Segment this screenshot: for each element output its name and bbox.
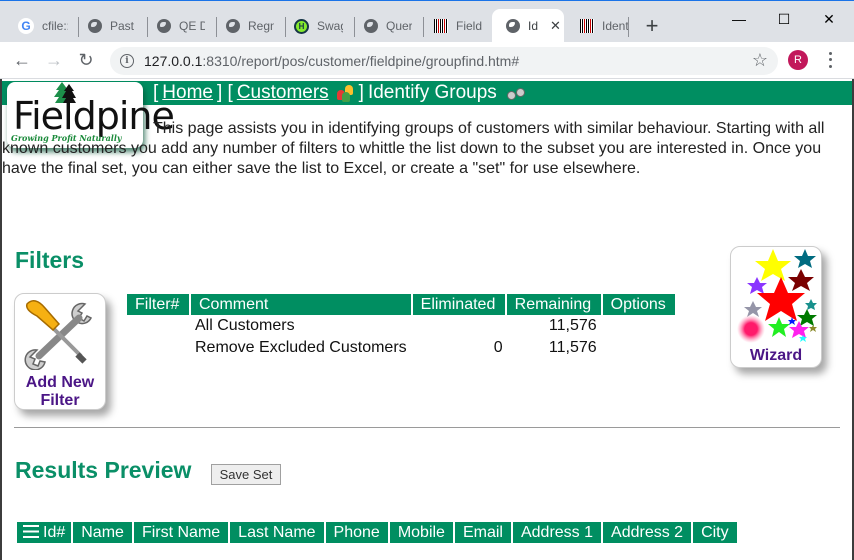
browser-tab-active[interactable]: Id ✕: [492, 9, 564, 43]
filter-remaining: 11,576: [548, 339, 597, 356]
results-table: Id# Name First Name Last Name Phone Mobi…: [15, 522, 739, 543]
add-new-filter-button[interactable]: Add New Filter: [14, 293, 106, 410]
column-menu-icon[interactable]: [23, 524, 39, 538]
filter-number: [127, 315, 189, 337]
col-address-1[interactable]: Address 1: [512, 522, 602, 543]
browser-tab[interactable]: H Swagg: [280, 9, 350, 43]
maximize-button[interactable]: ☐: [761, 5, 807, 33]
col-city[interactable]: City: [693, 522, 737, 543]
filter-eliminated: 0: [493, 339, 503, 356]
results-header-row: Id# Name First Name Last Name Phone Mobi…: [17, 522, 737, 543]
intro-text: This page assists you in identifying gro…: [2, 120, 825, 177]
barcode-icon: [434, 19, 448, 33]
filters-table: Filter# Comment Eliminated Remaining Opt…: [125, 294, 677, 359]
col-options: Options: [602, 294, 675, 315]
col-phone[interactable]: Phone: [325, 522, 388, 543]
col-address-2[interactable]: Address 2: [603, 522, 692, 543]
address-bar[interactable]: i 127.0.0.1:8310/report/pos/customer/fie…: [110, 47, 778, 75]
google-icon: G: [18, 18, 34, 34]
filter-eliminated: [413, 315, 505, 337]
wizard-button[interactable]: Wizard: [730, 246, 822, 368]
close-window-button[interactable]: ✕: [806, 5, 852, 33]
browser-tab[interactable]: Query: [350, 9, 420, 43]
browser-tab[interactable]: Ident: [566, 9, 636, 43]
filter-row[interactable]: Remove Excluded Customers 0 11,576: [127, 337, 675, 359]
globe-icon: [88, 19, 102, 33]
col-id[interactable]: Id#: [17, 522, 72, 543]
filter-row[interactable]: All Customers 11,576: [127, 315, 675, 337]
back-arrow-icon[interactable]: ←: [10, 48, 34, 72]
new-tab-button[interactable]: +: [640, 13, 664, 39]
save-set-button[interactable]: Save Set: [211, 464, 281, 485]
col-filter-number: Filter#: [127, 294, 189, 315]
filter-options: [603, 315, 675, 337]
info-icon[interactable]: i: [120, 54, 134, 68]
bookmark-star-icon[interactable]: ☆: [752, 50, 768, 71]
browser-tab[interactable]: QE De: [143, 9, 213, 43]
browser-tab[interactable]: Regne: [212, 9, 282, 43]
filter-comment: All Customers: [195, 317, 295, 334]
tab-separator: [628, 17, 629, 37]
add-new-filter-label: Add New Filter: [25, 374, 95, 409]
customers-people-icon: [336, 84, 355, 102]
page-content: [ Home ] [ Customers ] Identify Groups F…: [2, 79, 852, 560]
tools-icon: [24, 300, 93, 370]
swagger-icon: H: [294, 18, 309, 34]
url-text[interactable]: 127.0.0.1:8310/report/pos/customer/field…: [144, 53, 519, 69]
wizard-label: Wizard: [749, 347, 803, 364]
col-name[interactable]: Name: [73, 522, 132, 543]
filters-heading: Filters: [15, 247, 85, 273]
browser-tab-strip: G cfile:: Past S QE De Regne H Swagg Que…: [0, 0, 854, 43]
browser-menu-icon[interactable]: [826, 50, 834, 70]
forward-arrow-icon[interactable]: →: [42, 48, 66, 72]
profile-avatar[interactable]: R: [788, 50, 808, 70]
filter-number: [127, 337, 189, 359]
globe-icon: [226, 19, 240, 33]
browser-toolbar: ← → ↻ i 127.0.0.1:8310/report/pos/custom…: [0, 42, 854, 79]
globe-icon: [364, 19, 378, 33]
globe-icon: [157, 19, 171, 33]
close-tab-icon[interactable]: ✕: [550, 18, 561, 34]
col-comment: Comment: [191, 294, 411, 315]
globe-icon: [506, 19, 520, 33]
col-last-name[interactable]: Last Name: [230, 522, 324, 543]
binoculars-icon: [506, 85, 527, 101]
filters-header-row: Filter# Comment Eliminated Remaining Opt…: [127, 294, 675, 315]
filter-comment: Remove Excluded Customers: [195, 339, 407, 356]
page-title: Identify Groups: [367, 82, 497, 103]
browser-tab[interactable]: G cfile::: [4, 9, 84, 43]
filter-options: [603, 337, 675, 359]
col-email[interactable]: Email: [454, 522, 511, 543]
results-preview-heading: Results Preview: [15, 457, 192, 483]
reload-icon[interactable]: ↻: [74, 48, 98, 72]
col-first-name[interactable]: First Name: [133, 522, 229, 543]
col-remaining: Remaining: [506, 294, 601, 315]
browser-tab[interactable]: Fieldp: [420, 9, 490, 43]
breadcrumb: [ Home ] [ Customers ] Identify Groups: [153, 81, 527, 105]
section-divider: [14, 427, 840, 428]
filter-remaining: 11,576: [548, 317, 597, 334]
stars-icon: [737, 249, 817, 343]
minimize-button[interactable]: —: [716, 5, 762, 33]
browser-tab[interactable]: Past S: [74, 9, 144, 43]
col-eliminated: Eliminated: [412, 294, 505, 315]
col-mobile[interactable]: Mobile: [389, 522, 453, 543]
breadcrumb-customers-link[interactable]: Customers: [237, 81, 329, 105]
barcode-icon: [580, 19, 594, 33]
